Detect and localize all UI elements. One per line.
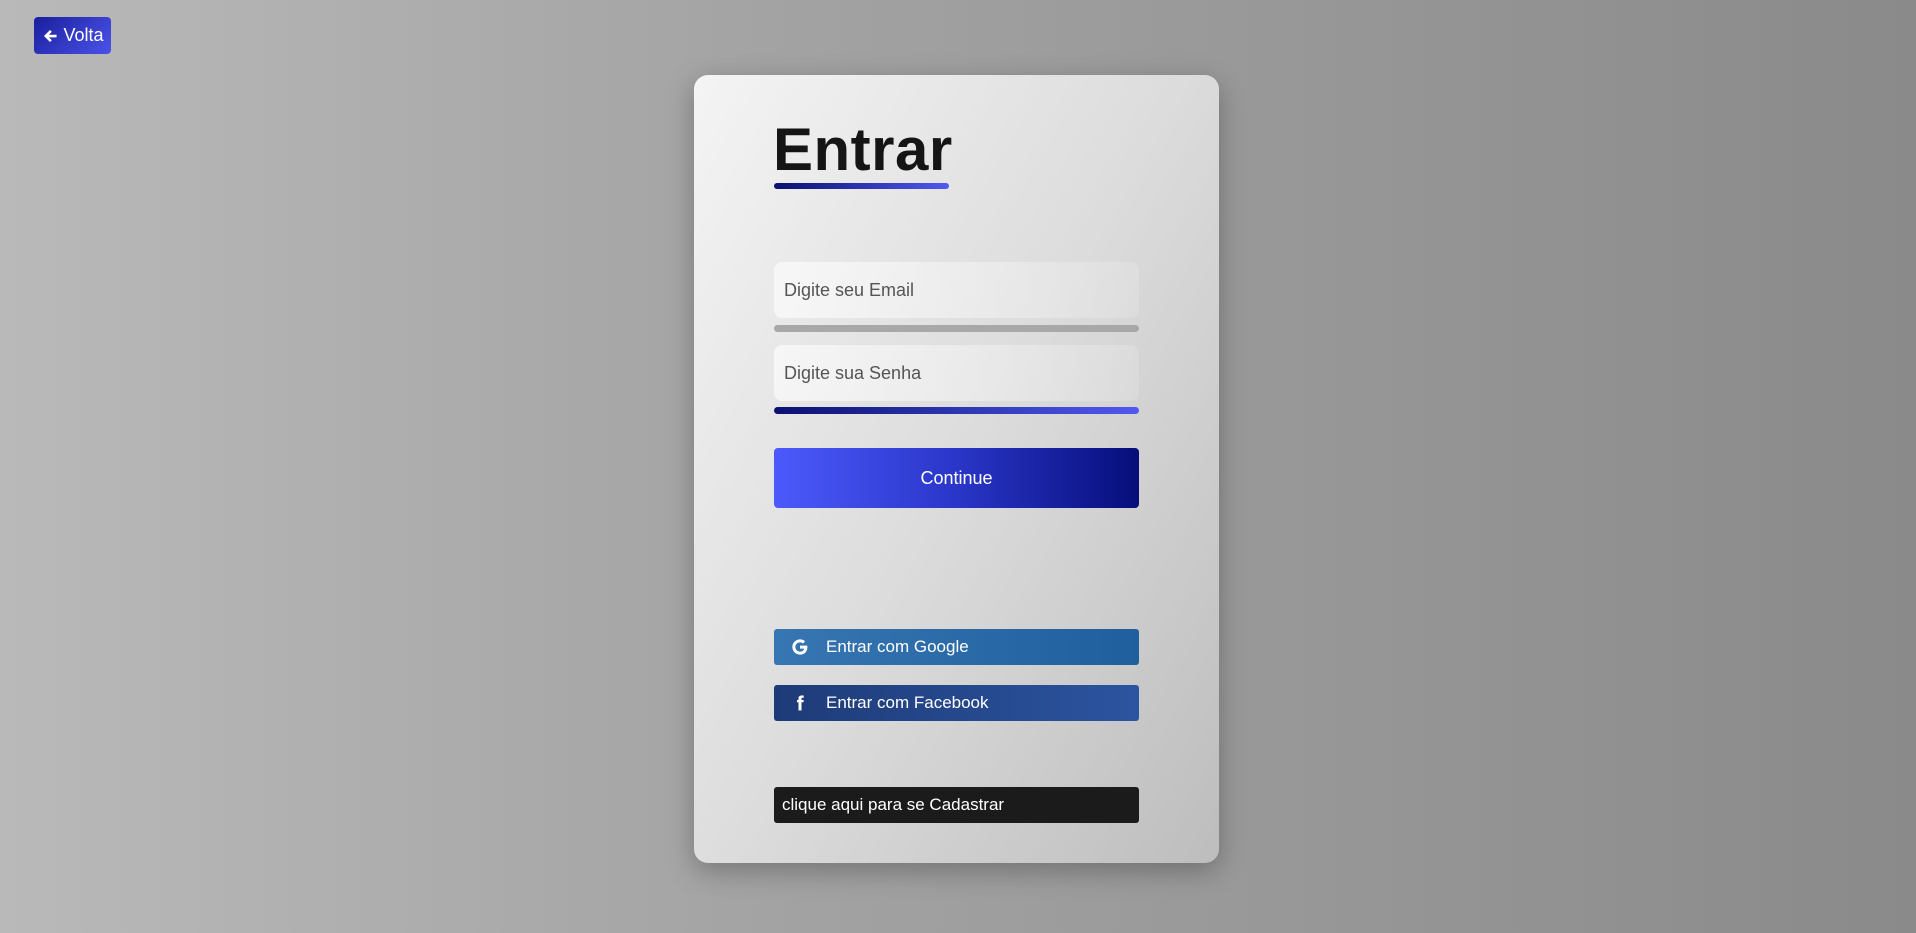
back-button-label: Volta	[63, 25, 104, 45]
google-icon	[774, 638, 826, 656]
google-login-label: Entrar com Google	[826, 637, 969, 656]
arrow-left-icon	[44, 29, 58, 42]
login-card: Entrar Continue Entrar com Google Entrar…	[694, 75, 1219, 863]
register-link[interactable]: clique aqui para se Cadastrar	[774, 787, 1139, 823]
back-button[interactable]: Volta	[34, 17, 111, 54]
title-underline	[774, 183, 949, 189]
password-focus-bar	[774, 407, 1139, 414]
continue-button[interactable]: Continue	[774, 448, 1139, 508]
facebook-icon	[774, 694, 826, 712]
facebook-login-button[interactable]: Entrar com Facebook	[774, 685, 1139, 721]
password-input[interactable]	[774, 345, 1139, 401]
email-input[interactable]	[774, 262, 1139, 318]
facebook-login-label: Entrar com Facebook	[826, 693, 989, 712]
page-title: Entrar	[773, 116, 953, 183]
email-focus-bar	[774, 325, 1139, 332]
google-login-button[interactable]: Entrar com Google	[774, 629, 1139, 665]
